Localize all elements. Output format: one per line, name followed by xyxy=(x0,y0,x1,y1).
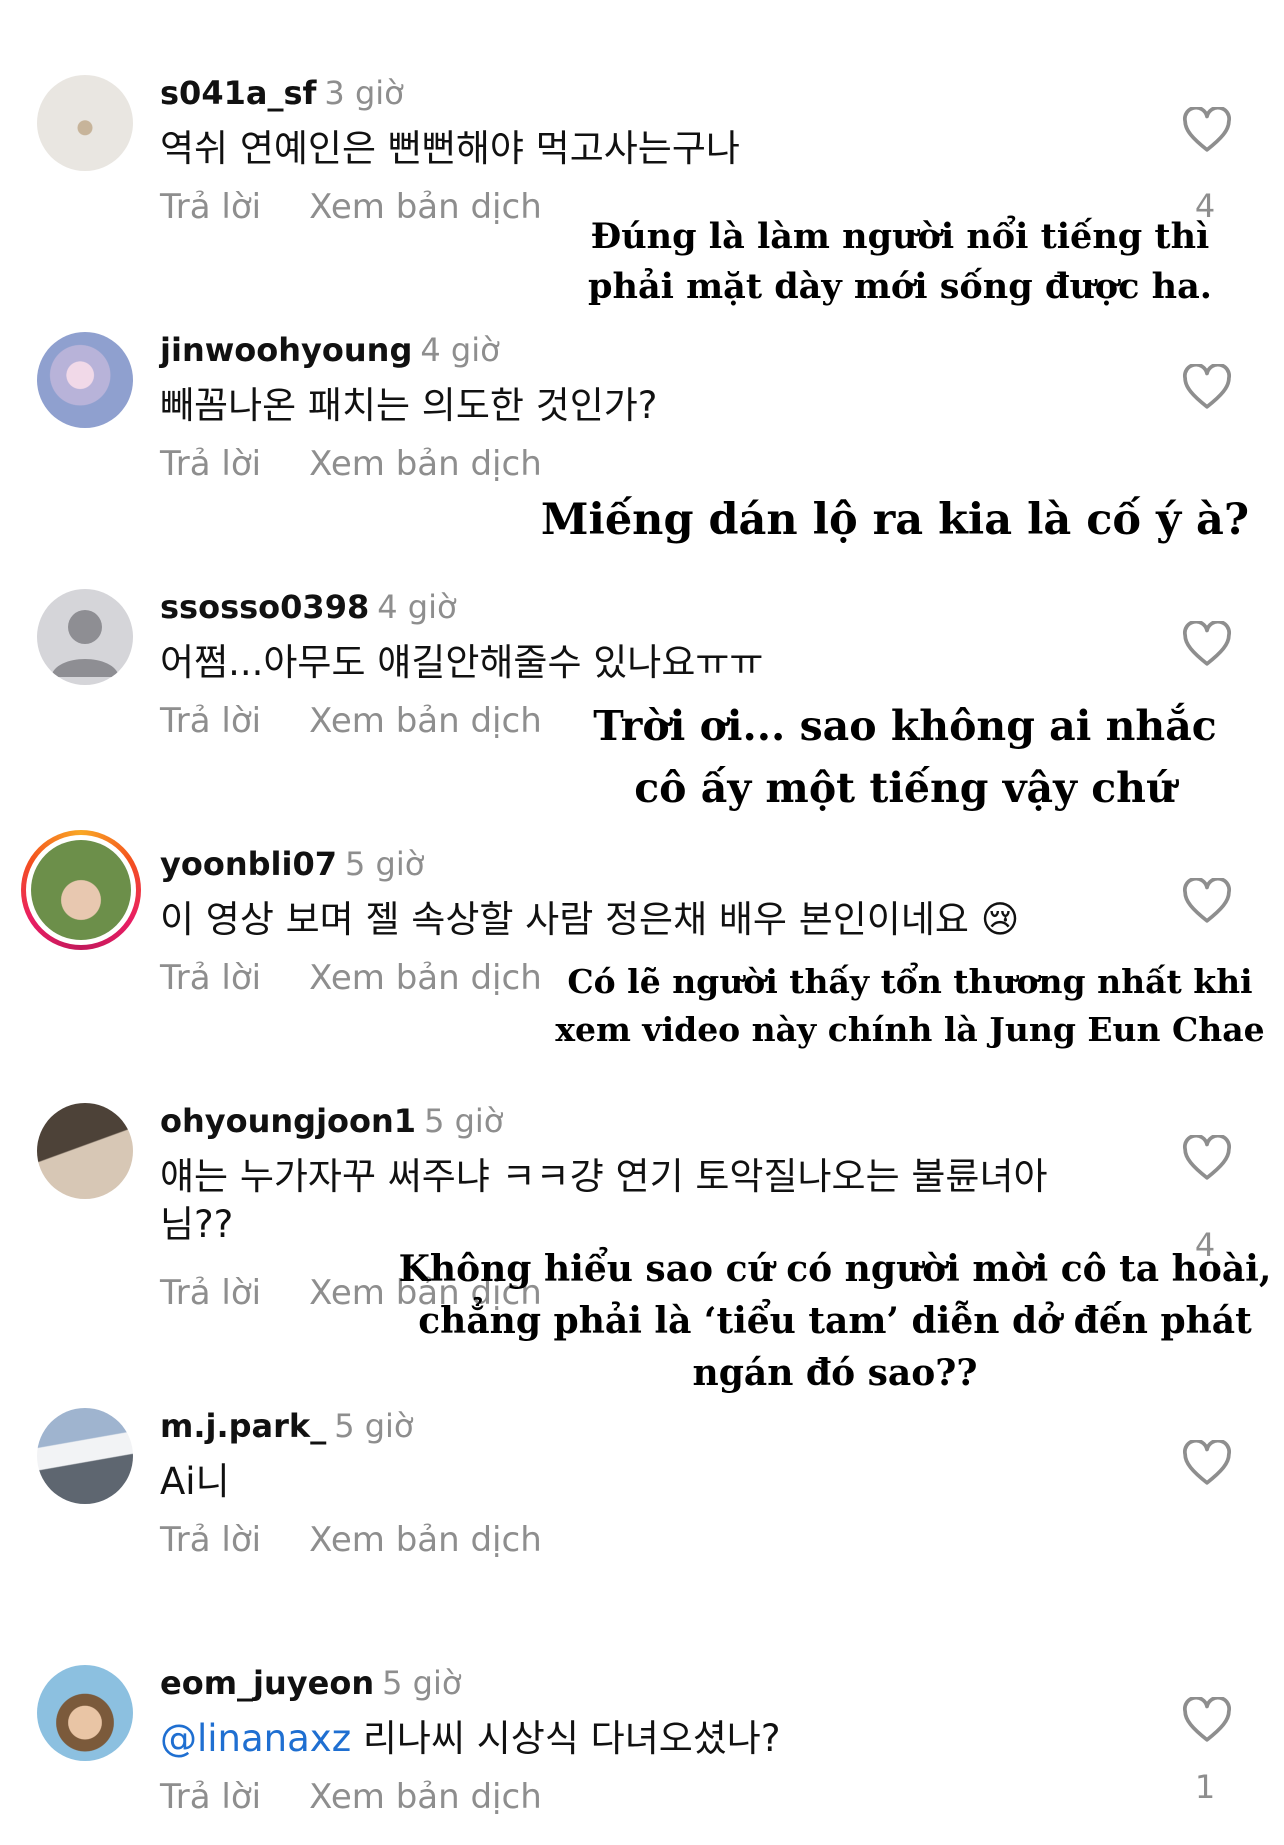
comment-item: m.j.park_ 5 giờ Ai니 Trả lời Xem bản dịch xyxy=(0,1406,1284,1664)
translate-button[interactable]: Xem bản dịch xyxy=(309,187,542,227)
reply-button[interactable]: Trả lời xyxy=(160,1777,261,1817)
username[interactable]: ohyoungjoon1 xyxy=(160,1102,416,1140)
heart-icon[interactable] xyxy=(1182,1440,1232,1486)
reply-button[interactable]: Trả lời xyxy=(160,1273,261,1313)
translate-button[interactable]: Xem bản dịch xyxy=(309,1777,542,1817)
reply-button[interactable]: Trả lời xyxy=(160,958,261,998)
timestamp: 5 giờ xyxy=(424,1102,504,1140)
translate-button[interactable]: Xem bản dịch xyxy=(309,701,542,741)
username[interactable]: s041a_sf xyxy=(160,74,316,112)
avatar[interactable] xyxy=(37,1665,133,1761)
comment-text-body: 리나씨 시상식 다녀오셨나? xyxy=(351,1717,781,1760)
comment-header: ohyoungjoon1 5 giờ xyxy=(160,1101,503,1141)
heart-icon[interactable] xyxy=(1182,1697,1232,1743)
caption: Không hiểu sao cứ có người mời cô ta hoà… xyxy=(398,1248,1272,1394)
timestamp: 5 giờ xyxy=(334,1407,414,1445)
comment-actions: Trả lời Xem bản dịch xyxy=(160,701,590,741)
username[interactable]: ssosso0398 xyxy=(160,588,369,626)
comment-actions: Trả lời Xem bản dịch xyxy=(160,1777,590,1817)
avatar[interactable] xyxy=(37,1408,133,1504)
comment-actions: Trả lời Xem bản dịch xyxy=(160,444,590,484)
default-avatar-icon xyxy=(51,610,119,677)
comment-actions: Trả lời Xem bản dịch xyxy=(160,958,590,998)
reply-button[interactable]: Trả lời xyxy=(160,444,261,484)
comment-actions: Trả lời Xem bản dịch xyxy=(160,187,590,227)
reply-button[interactable]: Trả lời xyxy=(160,701,261,741)
comment-actions: Trả lời Xem bản dịch xyxy=(160,1520,590,1560)
comment-header: yoonbli07 5 giờ xyxy=(160,844,424,884)
username[interactable]: jinwoohyoung xyxy=(160,331,412,369)
avatar[interactable] xyxy=(37,589,133,685)
comment-text: Ai니 xyxy=(160,1460,230,1503)
heart-icon[interactable] xyxy=(1182,621,1232,667)
heart-icon[interactable] xyxy=(1182,878,1232,924)
timestamp: 5 giờ xyxy=(344,845,425,883)
mention-link[interactable]: @linanaxz xyxy=(160,1717,351,1760)
caption: Đúng là làm người nổi tiếng thì phải mặt… xyxy=(588,216,1212,307)
comment-item: jinwoohyoung 4 giờ 빼꼼나온 패치는 의도한 것인가? Trả … xyxy=(0,330,1284,588)
heart-icon[interactable] xyxy=(1182,107,1232,153)
comment-text: 이 영상 보며 젤 속상할 사람 정은채 배우 본인이네요 😢 xyxy=(160,898,1020,941)
comment-text: 역쉬 연예인은 뻔뻔해야 먹고사는구나 xyxy=(160,127,740,170)
comment-text: 어쩜...아무도 얘길안해줄수 있나요ㅠㅠ xyxy=(160,641,764,684)
comment-header: ssosso0398 4 giờ xyxy=(160,587,457,627)
comment-text: 얘는 누가자꾸 써주냐 ㅋㅋ걍 연기 토악질나오는 불륜녀아님?? xyxy=(160,1155,1048,1246)
comment-header: jinwoohyoung 4 giờ xyxy=(160,330,500,370)
comment-item: eom_juyeon 5 giờ @linanaxz 리나씨 시상식 다녀오셨나?… xyxy=(0,1663,1284,1845)
caption: Có lẽ người thấy tổn thương nhất khi xem… xyxy=(555,962,1265,1049)
reply-button[interactable]: Trả lời xyxy=(160,1520,261,1560)
translate-button[interactable]: Xem bản dịch xyxy=(309,1520,542,1560)
avatar[interactable] xyxy=(21,830,141,950)
translate-button[interactable]: Xem bản dịch xyxy=(309,444,542,484)
timestamp: 3 giờ xyxy=(324,74,404,112)
username[interactable]: m.j.park_ xyxy=(160,1407,326,1445)
comment-header: s041a_sf 3 giờ xyxy=(160,73,404,113)
avatar[interactable] xyxy=(37,75,133,171)
comment-header: m.j.park_ 5 giờ xyxy=(160,1406,414,1446)
comment-text: @linanaxz 리나씨 시상식 다녀오셨나? xyxy=(160,1715,1120,1763)
timestamp: 5 giờ xyxy=(382,1664,462,1702)
caption: Miếng dán lộ ra kia là cố ý à? xyxy=(540,495,1250,545)
username[interactable]: eom_juyeon xyxy=(160,1664,374,1702)
username[interactable]: yoonbli07 xyxy=(160,845,337,883)
heart-icon[interactable] xyxy=(1182,364,1232,410)
reply-button[interactable]: Trả lời xyxy=(160,187,261,227)
translate-button[interactable]: Xem bản dịch xyxy=(309,958,542,998)
comment-text: 빼꼼나온 패치는 의도한 것인가? xyxy=(160,384,658,427)
avatar[interactable] xyxy=(37,332,133,428)
avatar[interactable] xyxy=(37,1103,133,1199)
like-count: 1 xyxy=(1194,1768,1216,1806)
heart-icon[interactable] xyxy=(1182,1135,1232,1181)
caption: Trời ơi... sao không ai nhắc cô ấy một t… xyxy=(593,702,1217,812)
timestamp: 4 giờ xyxy=(420,331,500,369)
timestamp: 4 giờ xyxy=(377,588,457,626)
comment-header: eom_juyeon 5 giờ xyxy=(160,1663,461,1703)
